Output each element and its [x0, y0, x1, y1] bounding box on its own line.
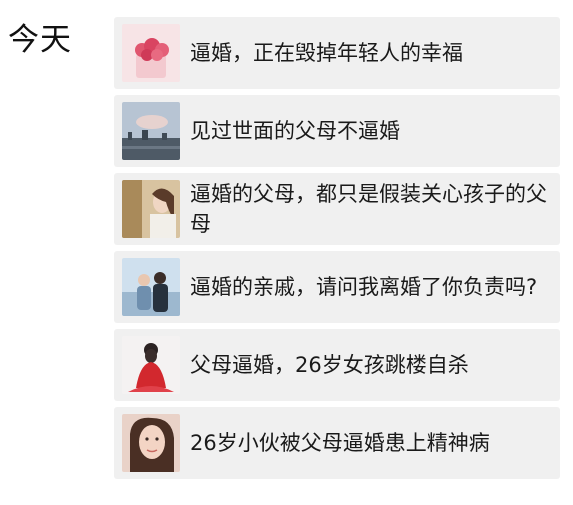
article-list: 逼婚，正在毁掉年轻人的幸福 见过世面的父母不逼婚 逼婚的父母，都只是假装关心孩子…	[114, 17, 560, 485]
couple-image	[122, 258, 180, 316]
article-title: 26岁小伙被父母逼婚患上精神病	[190, 431, 490, 455]
article-item[interactable]: 逼婚的亲戚，请问我离婚了你负责吗?	[114, 251, 560, 323]
article-title: 逼婚的亲戚，请问我离婚了你负责吗?	[190, 275, 538, 299]
date-heading: 今天	[8, 22, 72, 58]
city-skyline-image	[122, 102, 180, 160]
article-title: 逼婚，正在毁掉年轻人的幸福	[190, 41, 463, 65]
article-title: 见过世面的父母不逼婚	[190, 119, 400, 143]
article-title: 逼婚的父母，都只是假装关心孩子的父母	[190, 182, 547, 236]
article-item[interactable]: 逼婚，正在毁掉年轻人的幸福	[114, 17, 560, 89]
article-item[interactable]: 26岁小伙被父母逼婚患上精神病	[114, 407, 560, 479]
article-item[interactable]: 父母逼婚，26岁女孩跳楼自杀	[114, 329, 560, 401]
woman-face-image	[122, 414, 180, 472]
girl-red-dress-image	[122, 336, 180, 394]
woman-portrait-image	[122, 180, 180, 238]
article-item[interactable]: 见过世面的父母不逼婚	[114, 95, 560, 167]
flower-bouquet-image	[122, 24, 180, 82]
article-title: 父母逼婚，26岁女孩跳楼自杀	[190, 353, 469, 377]
article-item[interactable]: 逼婚的父母，都只是假装关心孩子的父母	[114, 173, 560, 245]
